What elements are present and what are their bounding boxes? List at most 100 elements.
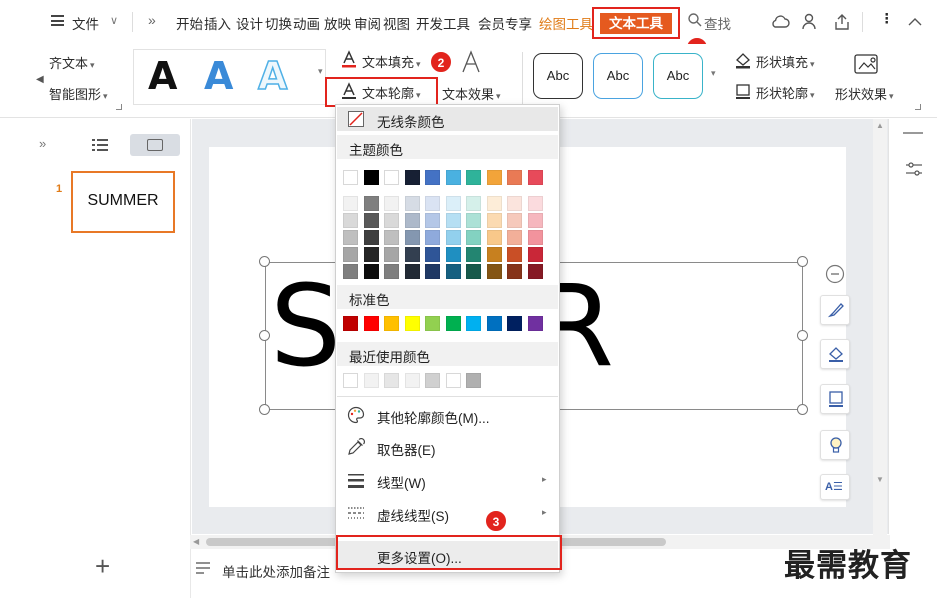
- text-effects-button[interactable]: 文本效果 ▾: [442, 84, 501, 103]
- tab-text-tool[interactable]: 文本工具: [600, 13, 672, 34]
- recent-color-swatch[interactable]: [343, 373, 358, 388]
- theme-shade-swatch[interactable]: [486, 196, 502, 211]
- line-type-item[interactable]: 线型(W) ▸: [337, 466, 558, 494]
- resize-handle[interactable]: [259, 404, 270, 415]
- properties-icon[interactable]: [904, 159, 924, 179]
- theme-shade-swatch[interactable]: [404, 213, 420, 228]
- theme-shade-swatch[interactable]: [384, 264, 399, 279]
- tab-1[interactable]: 插入: [204, 13, 231, 33]
- outline-button[interactable]: [820, 384, 850, 414]
- theme-shade-swatch[interactable]: [363, 213, 379, 228]
- share-icon[interactable]: [832, 12, 852, 32]
- theme-shade-swatch[interactable]: [527, 213, 543, 228]
- recent-color-swatch[interactable]: [404, 373, 420, 388]
- theme-shade-swatch[interactable]: [445, 230, 461, 245]
- resize-handle[interactable]: [259, 330, 270, 341]
- theme-shade-swatch[interactable]: [527, 196, 543, 211]
- standard-color-swatch[interactable]: [363, 316, 379, 331]
- tab-7[interactable]: 视图: [383, 13, 410, 33]
- theme-shade-swatch[interactable]: [363, 230, 379, 245]
- more-outline-colors-item[interactable]: 其他轮廓颜色(M)...: [337, 401, 558, 429]
- theme-shade-swatch[interactable]: [486, 247, 502, 262]
- theme-shade-swatch[interactable]: [343, 247, 358, 262]
- theme-shade-swatch[interactable]: [363, 196, 379, 211]
- text-outline-large-icon[interactable]: [458, 49, 484, 75]
- resize-handle[interactable]: [259, 256, 270, 267]
- theme-shade-swatch[interactable]: [486, 230, 502, 245]
- standard-color-swatch[interactable]: [466, 316, 481, 331]
- theme-shade-swatch[interactable]: [404, 196, 420, 211]
- tab-10[interactable]: 绘图工具: [539, 13, 593, 33]
- user-add-icon[interactable]: [800, 12, 820, 32]
- standard-color-swatch[interactable]: [445, 316, 461, 331]
- theme-shade-swatch[interactable]: [404, 230, 420, 245]
- theme-shade-swatch[interactable]: [507, 196, 522, 211]
- tab-5[interactable]: 放映: [324, 13, 351, 33]
- align-text-button[interactable]: 齐文本 ▾: [49, 53, 95, 72]
- chevron-down-icon[interactable]: ∨: [110, 14, 118, 27]
- tab-9[interactable]: 会员专享: [478, 13, 532, 33]
- text-outline-button[interactable]: 文本轮廓 ▾: [362, 83, 421, 102]
- theme-shade-swatch[interactable]: [466, 264, 481, 279]
- theme-shade-swatch[interactable]: [343, 196, 358, 211]
- notes-placeholder[interactable]: 单击此处添加备注: [222, 561, 330, 581]
- theme-shade-swatch[interactable]: [527, 247, 543, 262]
- theme-shade-swatch[interactable]: [486, 264, 502, 279]
- theme-shade-swatch[interactable]: [466, 196, 481, 211]
- theme-shade-swatch[interactable]: [363, 264, 379, 279]
- theme-shade-swatch[interactable]: [384, 196, 399, 211]
- shape-style-blue[interactable]: Abc: [593, 53, 643, 99]
- expand-panel-icon[interactable]: »: [39, 136, 46, 151]
- gallery-scroll-icon[interactable]: ▾: [318, 66, 323, 77]
- standard-color-swatch[interactable]: [343, 316, 358, 331]
- shape-style-teal[interactable]: Abc: [653, 53, 703, 99]
- shape-outline-button[interactable]: 形状轮廓 ▾: [756, 83, 815, 102]
- recent-color-swatch[interactable]: [425, 373, 440, 388]
- search-label[interactable]: 查找: [704, 13, 731, 33]
- theme-shade-swatch[interactable]: [507, 213, 522, 228]
- shape-effects-button[interactable]: 形状效果 ▾: [835, 84, 894, 103]
- tab-4[interactable]: 动画: [293, 13, 320, 33]
- theme-shade-swatch[interactable]: [445, 247, 461, 262]
- theme-shade-swatch[interactable]: [507, 247, 522, 262]
- slide-thumbnail[interactable]: SUMMER: [71, 171, 175, 233]
- theme-shade-swatch[interactable]: [527, 230, 543, 245]
- shape-gallery-scroll-icon[interactable]: ▾: [711, 68, 716, 79]
- theme-color-swatch[interactable]: [466, 170, 481, 185]
- vertical-scrollbar[interactable]: ▲ ▼: [873, 119, 887, 535]
- double-chevron-icon[interactable]: »: [148, 12, 156, 28]
- recent-color-swatch[interactable]: [363, 373, 379, 388]
- theme-shade-swatch[interactable]: [343, 213, 358, 228]
- theme-shade-swatch[interactable]: [507, 264, 522, 279]
- theme-shade-swatch[interactable]: [466, 247, 481, 262]
- standard-color-swatch[interactable]: [507, 316, 522, 331]
- theme-shade-swatch[interactable]: [445, 196, 461, 211]
- resize-handle[interactable]: [797, 256, 808, 267]
- wordart-style-outline[interactable]: A: [257, 53, 288, 99]
- theme-shade-swatch[interactable]: [363, 247, 379, 262]
- theme-shade-swatch[interactable]: [425, 196, 440, 211]
- theme-shade-swatch[interactable]: [343, 230, 358, 245]
- cloud-icon[interactable]: [770, 12, 790, 32]
- resize-handle[interactable]: [797, 330, 808, 341]
- theme-shade-swatch[interactable]: [343, 264, 358, 279]
- theme-shade-swatch[interactable]: [425, 247, 440, 262]
- add-slide-button[interactable]: +: [95, 553, 110, 579]
- theme-shade-swatch[interactable]: [507, 230, 522, 245]
- recent-color-swatch[interactable]: [445, 373, 461, 388]
- theme-shade-swatch[interactable]: [384, 213, 399, 228]
- theme-shade-swatch[interactable]: [466, 230, 481, 245]
- chevron-left-icon[interactable]: ◀: [36, 74, 44, 85]
- dialog-launcher-icon[interactable]: [915, 104, 921, 110]
- resize-handle[interactable]: [797, 404, 808, 415]
- outline-view-icon[interactable]: [91, 138, 109, 153]
- slide-view-toggle[interactable]: [130, 134, 180, 156]
- theme-color-swatch[interactable]: [527, 170, 543, 185]
- dash-type-item[interactable]: 虚线线型(S) ▸: [337, 499, 558, 527]
- theme-shade-swatch[interactable]: [445, 264, 461, 279]
- theme-color-swatch[interactable]: [486, 170, 502, 185]
- eyedropper-item[interactable]: 取色器(E): [337, 433, 558, 461]
- file-menu[interactable]: 文件: [72, 13, 99, 33]
- theme-shade-swatch[interactable]: [425, 230, 440, 245]
- theme-shade-swatch[interactable]: [425, 213, 440, 228]
